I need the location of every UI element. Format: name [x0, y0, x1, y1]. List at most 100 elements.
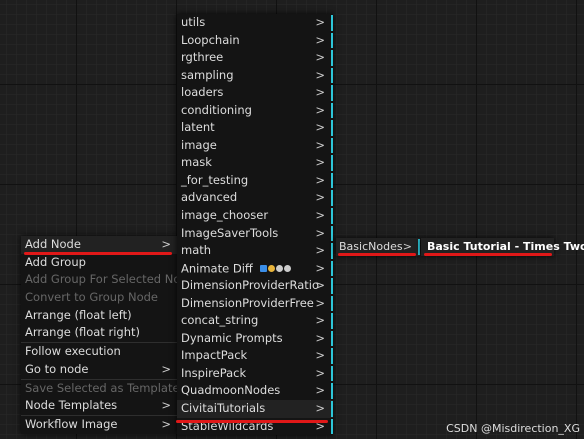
menu-item-label: image: [181, 137, 217, 152]
category-inspirepack[interactable]: InspirePack >: [177, 365, 333, 383]
menu-item-label: Dynamic Prompts: [181, 330, 283, 345]
chevron-right-icon: >: [315, 102, 325, 117]
menu-item-label: ImpactPack: [181, 348, 248, 363]
menu-item-label: utils: [181, 15, 206, 29]
category-imagesavertools[interactable]: ImageSaverTools >: [177, 225, 333, 243]
menu-item-label: Loopchain: [181, 32, 240, 47]
chevron-right-icon: >: [315, 172, 325, 187]
chevron-right-icon: >: [315, 278, 325, 293]
menu-item-arrange-left[interactable]: Arrange (float left): [21, 307, 179, 325]
menu-item-label: advanced: [181, 190, 238, 205]
category-civitaitutorials[interactable]: CivitaiTutorials >: [177, 400, 333, 418]
menu-item-workflow-image[interactable]: Workflow Image >: [21, 416, 179, 434]
chevron-right-icon: >: [161, 416, 171, 431]
menu-item-label: loaders: [181, 85, 224, 100]
chevron-right-icon: >: [315, 120, 325, 135]
category-math[interactable]: math >: [177, 242, 333, 260]
chevron-right-icon: >: [315, 383, 325, 398]
category-dimensionproviderratio[interactable]: DimensionProviderRatio >: [177, 277, 333, 295]
menu-item-label: Add Group For Selected Nodes: [25, 272, 201, 287]
category-quadmoonnodes[interactable]: QuadmoonNodes >: [177, 382, 333, 400]
menu-item-convert-group-node[interactable]: Convert to Group Node: [21, 289, 179, 307]
menu-item-label: concat_string: [181, 313, 259, 328]
annotation-underline: [24, 252, 172, 255]
category-advanced[interactable]: advanced >: [177, 189, 333, 207]
menu-item-label: Arrange (float right): [25, 325, 140, 340]
annotation-underline: [338, 253, 416, 256]
menu-item-label: Convert to Group Node: [25, 290, 159, 305]
chevron-right-icon: >: [315, 50, 325, 65]
node-category-menu: utils > Loopchain > rgthree > sampling > loa…: [177, 14, 333, 436]
category-mask[interactable]: mask >: [177, 154, 333, 172]
menu-item-label: Follow execution: [25, 344, 121, 359]
category-image[interactable]: image >: [177, 137, 333, 155]
chevron-right-icon: >: [315, 208, 325, 223]
category-sampling[interactable]: sampling >: [177, 67, 333, 85]
chevron-right-icon: >: [315, 330, 325, 345]
animatediff-badge-icon: [260, 260, 292, 278]
chevron-right-icon: >: [315, 260, 325, 275]
menu-item-label: Add Node: [25, 237, 81, 251]
chevron-right-icon: >: [315, 32, 325, 47]
menu-item-label: BasicNodes: [339, 240, 403, 253]
category-rgthree[interactable]: rgthree >: [177, 49, 333, 67]
menu-item-label: image_chooser: [181, 208, 269, 223]
category-loopchain[interactable]: Loopchain >: [177, 32, 333, 50]
menu-item-label: mask: [181, 155, 212, 170]
menu-item-label: Arrange (float left): [25, 307, 132, 322]
annotation-underline: [176, 420, 328, 423]
menu-item-label: Basic Tutorial - Times Two: [427, 240, 584, 253]
chevron-right-icon: >: [161, 398, 171, 413]
menu-item-label: QuadmoonNodes: [181, 383, 281, 398]
category-impactpack[interactable]: ImpactPack >: [177, 347, 333, 365]
menu-item-label: conditioning: [181, 102, 252, 117]
category-dimensionproviderfree[interactable]: DimensionProviderFree >: [177, 295, 333, 313]
category-dynamic-prompts[interactable]: Dynamic Prompts >: [177, 330, 333, 348]
chevron-right-icon: >: [315, 67, 325, 82]
chevron-right-icon: >: [315, 295, 325, 310]
menu-item-add-group[interactable]: Add Group: [21, 254, 179, 272]
menu-item-label: InspirePack: [181, 365, 247, 380]
menu-item-label: latent: [181, 120, 215, 135]
category-image-chooser[interactable]: image_chooser >: [177, 207, 333, 225]
chevron-right-icon: >: [315, 190, 325, 205]
menu-item-node-templates[interactable]: Node Templates >: [21, 397, 179, 415]
menu-item-label: CivitaiTutorials: [181, 401, 266, 416]
category-for-testing[interactable]: _for_testing >: [177, 172, 333, 190]
chevron-right-icon: >: [315, 15, 325, 29]
category-latent[interactable]: latent >: [177, 119, 333, 137]
category-concat-string[interactable]: concat_string >: [177, 312, 333, 330]
menu-item-label: DimensionProviderRatio: [181, 278, 319, 293]
menu-item-go-to-node[interactable]: Go to node >: [21, 361, 179, 379]
watermark-text: CSDN @Misdirection_XG: [446, 422, 580, 435]
category-animate-diff[interactable]: Animate Diff >: [177, 260, 333, 278]
menu-item-label: sampling: [181, 67, 234, 82]
canvas-context-menu: Add Node > Add Group Add Group For Selec…: [21, 236, 201, 434]
menu-item-label: Add Group: [25, 254, 86, 269]
chevron-right-icon: >: [315, 85, 325, 100]
menu-item-label: Save Selected as Template: [25, 380, 180, 395]
chevron-right-icon: >: [315, 137, 325, 152]
chevron-right-icon: >: [315, 243, 325, 258]
chevron-right-icon: >: [315, 365, 325, 380]
category-utils[interactable]: utils >: [177, 14, 333, 32]
menu-item-save-template[interactable]: Save Selected as Template: [21, 380, 180, 398]
menu-item-follow-execution[interactable]: Follow execution: [21, 343, 179, 361]
category-loaders[interactable]: loaders >: [177, 84, 333, 102]
chevron-right-icon: >: [161, 361, 171, 376]
menu-item-label: Workflow Image: [25, 416, 118, 431]
category-conditioning[interactable]: conditioning >: [177, 102, 333, 120]
chevron-right-icon: >: [315, 348, 325, 363]
chevron-right-icon: >: [315, 225, 325, 240]
menu-item-arrange-right[interactable]: Arrange (float right): [21, 324, 179, 342]
menu-item-label: math: [181, 243, 212, 258]
menu-item-label: ImageSaverTools: [181, 225, 279, 240]
menu-item-label: Go to node: [25, 361, 89, 376]
menu-item-label: _for_testing: [181, 172, 249, 187]
chevron-right-icon: >: [315, 155, 325, 170]
chevron-right-icon: >: [315, 401, 325, 416]
menu-item-label: rgthree: [181, 50, 224, 65]
annotation-underline: [424, 253, 552, 256]
menu-item-add-group-selected[interactable]: Add Group For Selected Nodes: [21, 271, 201, 289]
menu-item-label: Animate Diff: [181, 260, 253, 275]
